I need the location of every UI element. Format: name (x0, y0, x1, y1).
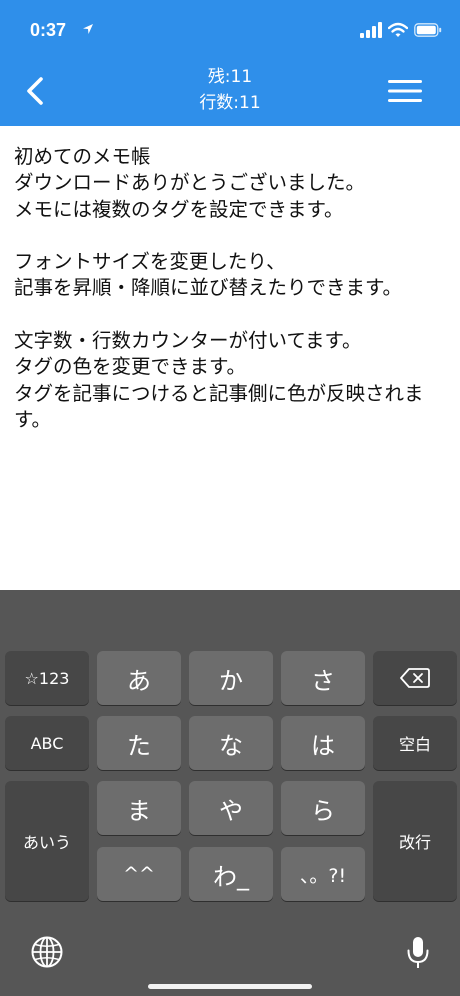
kana-key-label: あ (127, 666, 151, 695)
kana-key-label: な (219, 731, 243, 760)
modifier-key[interactable]: ^^ (97, 847, 181, 901)
kana-key-ka[interactable]: か (189, 651, 273, 705)
location-arrow-icon (83, 24, 93, 34)
abc-key[interactable]: ABC (5, 716, 89, 770)
kana-key-label: や (219, 796, 243, 825)
space-key[interactable]: 空白 (373, 716, 457, 770)
kana-key-ya[interactable]: や (189, 781, 273, 835)
note-text[interactable]: 初めてのメモ帳 ダウンロードありがとうございました。 メモには複数のタグを設定で… (14, 144, 434, 433)
kana-key-a[interactable]: あ (97, 651, 181, 705)
status-time: 0:37 (30, 20, 67, 40)
modifier-key-label: ^^ (123, 863, 155, 885)
return-key[interactable]: 改行 (373, 781, 457, 901)
abc-key-label: ABC (30, 733, 64, 753)
home-indicator[interactable] (148, 984, 312, 989)
space-key-label: 空白 (398, 735, 431, 754)
backspace-key[interactable] (373, 651, 457, 705)
nav-title: 残:11 行数:11 (130, 64, 330, 116)
line-count: 行数:11 (199, 93, 261, 113)
kana-mode-key[interactable]: あいう (5, 781, 89, 901)
kana-key-label: さ (311, 666, 335, 695)
kana-key-sa[interactable]: さ (281, 651, 365, 705)
signal-bars-icon (360, 22, 382, 38)
globe-icon[interactable] (30, 935, 64, 969)
kana-key-label: は (311, 731, 335, 760)
kana-key-label: ま (127, 796, 151, 825)
remaining-count: 残:11 (207, 67, 253, 87)
kana-mode-key-label: あいう (22, 833, 71, 852)
kana-key-label: ら (311, 796, 335, 825)
battery-icon (414, 23, 442, 37)
kana-key-ta[interactable]: た (97, 716, 181, 770)
kana-key-ra[interactable]: ら (281, 781, 365, 835)
kana-key-na[interactable]: な (189, 716, 273, 770)
wifi-icon (388, 22, 408, 37)
menu-button[interactable] (388, 78, 422, 104)
kana-key-label: わ_ (213, 862, 249, 891)
note-editor[interactable]: 初めてのメモ帳 ダウンロードありがとうございました。 メモには複数のタグを設定で… (0, 126, 460, 590)
kana-key-wa[interactable]: わ_ (189, 847, 273, 901)
app-header: 0:37 残:11 行数:11 (0, 0, 460, 126)
back-button[interactable] (20, 74, 54, 108)
kana-key-label: た (127, 731, 151, 760)
numbers-key[interactable]: ☆123 (5, 651, 89, 705)
kana-key-ma[interactable]: ま (97, 781, 181, 835)
punctuation-key[interactable]: 、。?! (281, 847, 365, 901)
punctuation-key-label: 、。?! (299, 864, 347, 887)
return-key-label: 改行 (398, 833, 431, 852)
microphone-icon[interactable] (405, 935, 431, 971)
kana-key-label: か (219, 666, 243, 695)
kana-key-ha[interactable]: は (281, 716, 365, 770)
numbers-key-label: ☆123 (24, 668, 70, 688)
backspace-icon (400, 668, 430, 688)
